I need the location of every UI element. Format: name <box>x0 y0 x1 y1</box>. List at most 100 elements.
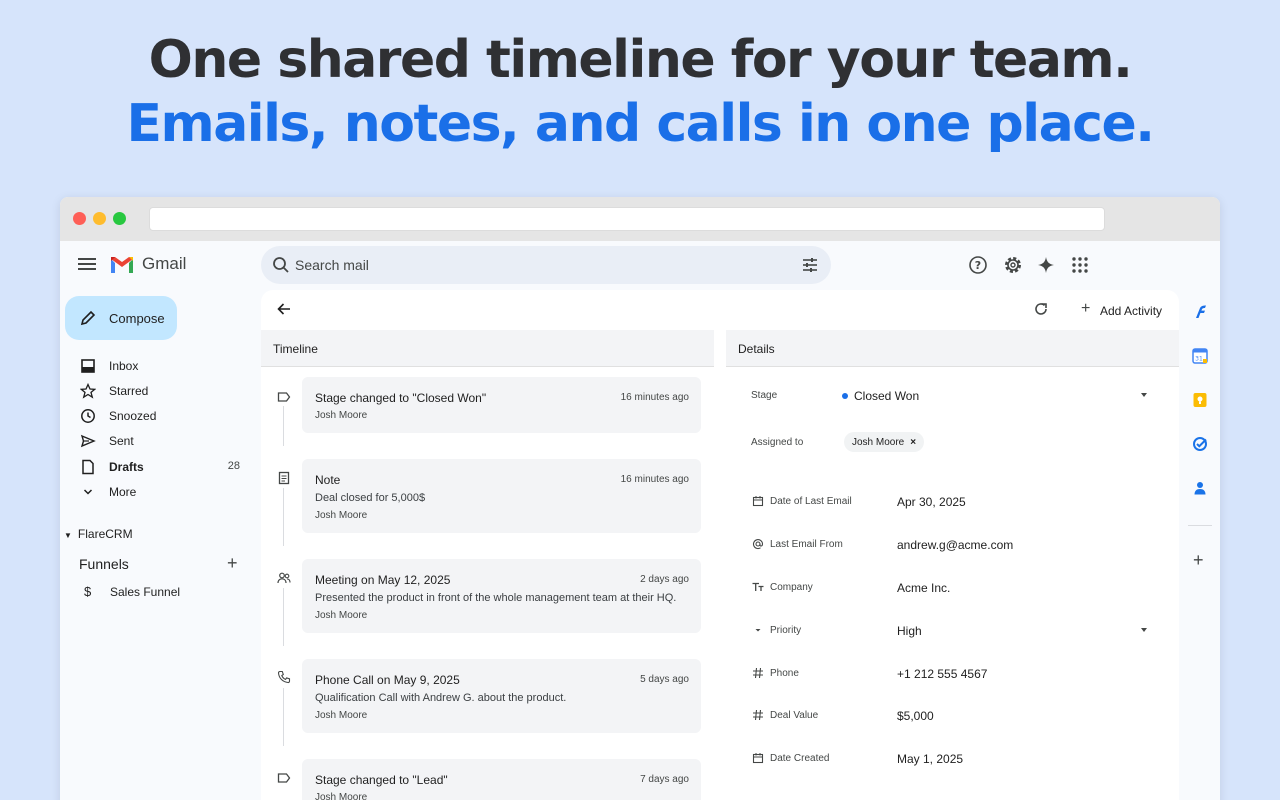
detail-field-priority[interactable]: Priority High <box>726 619 1179 643</box>
back-arrow-icon[interactable] <box>276 301 292 317</box>
minimize-window-button[interactable] <box>93 212 106 225</box>
address-bar[interactable] <box>149 207 1105 231</box>
apps-grid-icon[interactable] <box>1070 255 1090 275</box>
field-label: Priority <box>770 625 802 636</box>
detail-field-last-email-from[interactable]: Last Email From andrew.g@acme.com <box>726 533 1179 557</box>
entry-title: Stage changed to "Lead" <box>315 773 448 787</box>
add-addon-button[interactable]: + <box>1193 550 1204 571</box>
hero-subheadline: Emails, notes, and calls in one place. <box>126 94 1155 154</box>
note-icon <box>278 471 290 485</box>
detail-field-phone[interactable]: Phone +1 212 555 4567 <box>726 662 1179 686</box>
inbox-icon <box>81 359 95 373</box>
field-value[interactable]: $5,000 <box>897 709 934 723</box>
phone-icon <box>277 670 291 684</box>
timeline-connector <box>283 688 284 746</box>
field-value[interactable]: May 1, 2025 <box>897 752 963 766</box>
hero-headline: One shared timeline for your team. <box>148 30 1133 90</box>
hero: One shared timeline for your team. Email… <box>0 28 1280 156</box>
gemini-sparkle-icon[interactable] <box>1036 255 1056 275</box>
sidebar-item-inbox[interactable]: Inbox <box>60 354 250 378</box>
entry-title: Stage changed to "Closed Won" <box>315 391 487 405</box>
entry-title: Note <box>315 473 341 487</box>
pencil-icon <box>80 310 96 326</box>
field-label: Last Email From <box>770 539 843 550</box>
compose-button[interactable]: Compose <box>65 296 177 340</box>
crm-record-panel: + Add Activity Timeline Details Stage ch… <box>261 290 1179 800</box>
detail-field-deal-value[interactable]: Deal Value $5,000 <box>726 704 1179 728</box>
field-value[interactable]: andrew.g@acme.com <box>897 538 1013 552</box>
entry-time: 5 days ago <box>640 674 689 685</box>
browser-titlebar <box>60 197 1220 241</box>
hash-icon <box>753 667 763 679</box>
compose-label: Compose <box>109 311 165 326</box>
help-icon[interactable]: ? <box>968 255 988 275</box>
main-menu-icon[interactable] <box>78 255 96 273</box>
field-value[interactable]: High <box>897 624 922 638</box>
timeline-entry[interactable]: Meeting on May 12, 2025 2 days ago Prese… <box>302 559 701 633</box>
timeline-entry[interactable]: Note 16 minutes ago Deal closed for 5,00… <box>302 459 701 533</box>
sidebar-item-starred[interactable]: Starred <box>60 379 250 403</box>
settings-icon[interactable] <box>1003 255 1023 275</box>
refresh-icon[interactable] <box>1034 302 1048 316</box>
sidebar-item-label: Snoozed <box>109 409 157 423</box>
detail-field-date-created[interactable]: Date Created May 1, 2025 <box>726 747 1179 771</box>
assignee-chip[interactable]: Josh Moore × <box>844 432 925 452</box>
entry-author: Josh Moore <box>315 410 368 421</box>
stage-field[interactable]: Stage Closed Won <box>726 384 1179 408</box>
calendar-app-icon[interactable]: 31 <box>1192 348 1208 364</box>
sidebar-item-label: Inbox <box>109 359 139 373</box>
timeline-entry[interactable]: Stage changed to "Lead" 7 days ago Josh … <box>302 759 701 800</box>
at-icon <box>752 539 764 550</box>
field-value[interactable]: Acme Inc. <box>897 581 950 595</box>
meeting-icon <box>277 572 291 584</box>
entry-author: Josh Moore <box>315 710 368 721</box>
timeline-connector <box>283 488 284 546</box>
close-window-button[interactable] <box>73 212 86 225</box>
timeline-entry[interactable]: Phone Call on May 9, 2025 5 days ago Qua… <box>302 659 701 733</box>
field-value[interactable]: Apr 30, 2025 <box>897 495 966 509</box>
send-icon <box>80 434 96 448</box>
tasks-icon[interactable] <box>1192 436 1208 452</box>
keep-icon[interactable] <box>1192 392 1208 408</box>
field-value[interactable]: +1 212 555 4567 <box>897 667 987 681</box>
field-label: Date of Last Email <box>770 496 852 507</box>
timeline-connector <box>283 406 284 446</box>
svg-text:?: ? <box>975 259 981 272</box>
dropdown-caret-icon[interactable] <box>1141 628 1147 632</box>
contacts-icon[interactable] <box>1192 480 1208 496</box>
star-icon <box>80 383 96 399</box>
draft-icon <box>82 459 94 475</box>
flarecrm-icon[interactable] <box>1192 304 1208 320</box>
entry-body: Qualification Call with Andrew G. about … <box>315 692 567 704</box>
sidebar-item-label: Drafts <box>109 460 144 474</box>
flarecrm-section-toggle[interactable]: ▼ FlareCRM <box>64 527 133 541</box>
clock-icon <box>81 409 95 423</box>
search-options-icon[interactable] <box>801 256 819 274</box>
assigned-label: Assigned to <box>751 437 804 448</box>
add-funnel-button[interactable]: + <box>227 553 238 574</box>
sidebar-item-snoozed[interactable]: Snoozed <box>60 404 250 428</box>
stage-status-dot <box>842 393 848 399</box>
detail-field-company[interactable]: Company Acme Inc. <box>726 576 1179 600</box>
maximize-window-button[interactable] <box>113 212 126 225</box>
sidebar-item-sales-funnel[interactable]: $ Sales Funnel <box>60 583 250 603</box>
assigned-field[interactable]: Assigned to Josh Moore × <box>726 431 1179 455</box>
sidebar-item-drafts[interactable]: Drafts 28 <box>60 455 250 479</box>
entry-author: Josh Moore <box>315 610 368 621</box>
timeline-entry[interactable]: Stage changed to "Closed Won" 16 minutes… <box>302 377 701 433</box>
add-activity-label: Add Activity <box>1100 304 1163 318</box>
entry-time: 2 days ago <box>640 574 689 585</box>
stage-select[interactable]: Closed Won <box>854 389 919 403</box>
search-icon[interactable] <box>272 256 290 274</box>
sidebar-item-sent[interactable]: Sent <box>60 429 250 453</box>
detail-field-last-email-date[interactable]: Date of Last Email Apr 30, 2025 <box>726 490 1179 514</box>
calendar-icon <box>752 496 764 507</box>
search-bar[interactable] <box>261 246 831 284</box>
funnel-label: Sales Funnel <box>110 585 181 599</box>
remove-assignee-icon[interactable]: × <box>910 437 916 448</box>
dropdown-caret-icon[interactable] <box>1141 393 1147 397</box>
stage-label: Stage <box>751 390 778 401</box>
search-input[interactable] <box>295 246 775 284</box>
text-icon <box>752 582 764 591</box>
sidebar-item-more[interactable]: More <box>60 480 250 504</box>
